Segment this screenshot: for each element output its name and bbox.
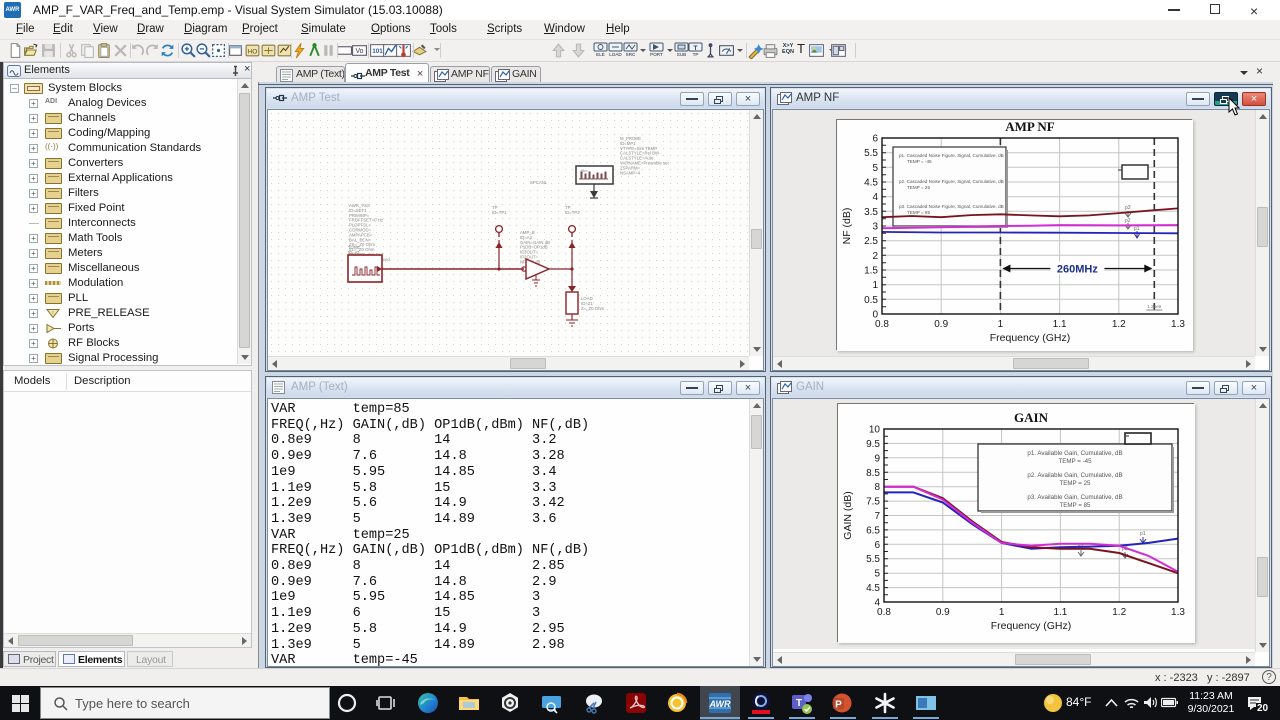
- svg-text:GAIN (dB): GAIN (dB): [842, 491, 854, 539]
- svg-text:TEMP = -45: TEMP = -45: [907, 159, 932, 164]
- svg-text:8.5: 8.5: [866, 468, 880, 479]
- svg-text:6: 6: [872, 134, 878, 145]
- svg-text:p3. Cascaded Noise Figure, Sig: p3. Cascaded Noise Figure, Signal, Cumul…: [899, 204, 1004, 209]
- svg-text:Frequency (GHz): Frequency (GHz): [991, 620, 1072, 632]
- svg-text:dBm: dBm: [580, 169, 587, 173]
- svg-text:5: 5: [872, 163, 878, 174]
- svg-text:0.9: 0.9: [934, 319, 948, 330]
- svg-text:TEMP = 25: TEMP = 25: [907, 185, 930, 190]
- svg-text:3.5: 3.5: [864, 207, 878, 218]
- svg-text:0.9: 0.9: [936, 607, 950, 618]
- svg-text:TEMP = 85: TEMP = 85: [907, 210, 930, 215]
- svg-text:1.2: 1.2: [1112, 607, 1126, 618]
- svg-text:GAIN: GAIN: [1014, 410, 1049, 425]
- svg-text:8: 8: [874, 482, 880, 493]
- svg-text:NF (dB): NF (dB): [841, 208, 853, 245]
- svg-text:4.5: 4.5: [866, 583, 880, 594]
- svg-text:5: 5: [874, 569, 880, 580]
- svg-text:p1. Available Gain, Cumulative: p1. Available Gain, Cumulative, dB: [1027, 450, 1122, 457]
- svg-text:1.2: 1.2: [1112, 319, 1126, 330]
- svg-text:9.5: 9.5: [866, 439, 880, 450]
- svg-text:1: 1: [872, 280, 878, 291]
- svg-text:5.5: 5.5: [866, 554, 880, 565]
- svg-text:ID=A1: ID=A1: [348, 250, 361, 255]
- svg-text:1.1: 1.1: [1053, 319, 1067, 330]
- svg-text:1.3: 1.3: [1171, 319, 1185, 330]
- svg-text:p2. Cascaded Noise Figure, Sig: p2. Cascaded Noise Figure, Signal, Cumul…: [899, 179, 1004, 184]
- svg-text:1.3: 1.3: [1171, 607, 1185, 618]
- svg-text:4.5: 4.5: [864, 178, 878, 189]
- svg-text:ID=TP2: ID=TP2: [565, 210, 580, 215]
- svg-text:7.5: 7.5: [866, 497, 880, 508]
- svg-text:!: !: [52, 311, 53, 317]
- svg-text:HO: HO: [248, 49, 258, 56]
- svg-text:TEMP = 85: TEMP = 85: [1059, 502, 1091, 509]
- svg-text:NSAMP=4: NSAMP=4: [620, 170, 641, 175]
- svg-text:2.5: 2.5: [864, 236, 878, 247]
- svg-text:P: P: [835, 700, 842, 711]
- svg-text:10: 10: [869, 425, 881, 436]
- svg-text:6: 6: [874, 540, 880, 551]
- svg-text:4: 4: [872, 192, 878, 203]
- svg-text:0.8: 0.8: [875, 319, 889, 330]
- svg-text:SPCANL: SPCANL: [530, 180, 548, 185]
- svg-text:9: 9: [874, 453, 880, 464]
- svg-text:5.5: 5.5: [864, 148, 878, 159]
- svg-text:ID=TP1: ID=TP1: [492, 210, 507, 215]
- svg-text:7: 7: [874, 511, 880, 522]
- svg-text:3: 3: [872, 222, 878, 233]
- svg-text:AMP NF: AMP NF: [1005, 120, 1055, 134]
- svg-text:0.5: 0.5: [864, 295, 878, 306]
- svg-text:Frequency (GHz): Frequency (GHz): [990, 332, 1071, 344]
- svg-text:TEMP = -45: TEMP = -45: [1058, 458, 1092, 465]
- svg-text:1.1: 1.1: [1053, 607, 1067, 618]
- svg-text:AWR: AWR: [709, 699, 731, 709]
- svg-text:T: T: [796, 698, 802, 709]
- svg-text:1: 1: [999, 607, 1005, 618]
- svg-text:Z=_Z0 Ohm: Z=_Z0 Ohm: [581, 306, 604, 311]
- svg-text:p1. Cascaded Noise Figure, Sig: p1. Cascaded Noise Figure, Signal, Cumul…: [899, 153, 1004, 158]
- svg-text:1: 1: [998, 319, 1004, 330]
- svg-text:2: 2: [872, 251, 878, 262]
- svg-text:1.26e9: 1.26e9: [1147, 304, 1161, 309]
- svg-text:TEMP = 25: TEMP = 25: [1059, 480, 1091, 487]
- svg-text:0.8: 0.8: [877, 607, 891, 618]
- svg-text:Vo: Vo: [355, 48, 363, 55]
- svg-text:6.5: 6.5: [866, 525, 880, 536]
- svg-text:1.5: 1.5: [864, 266, 878, 277]
- svg-text:260MHz: 260MHz: [1057, 264, 1098, 276]
- svg-text:p3. Available Gain, Cumulative: p3. Available Gain, Cumulative, dB: [1027, 494, 1122, 501]
- svg-text:p1: p1: [1140, 531, 1146, 537]
- svg-text:p3: p3: [1125, 205, 1131, 211]
- svg-text:p2. Available Gain, Cumulative: p2. Available Gain, Cumulative, dB: [1027, 472, 1122, 479]
